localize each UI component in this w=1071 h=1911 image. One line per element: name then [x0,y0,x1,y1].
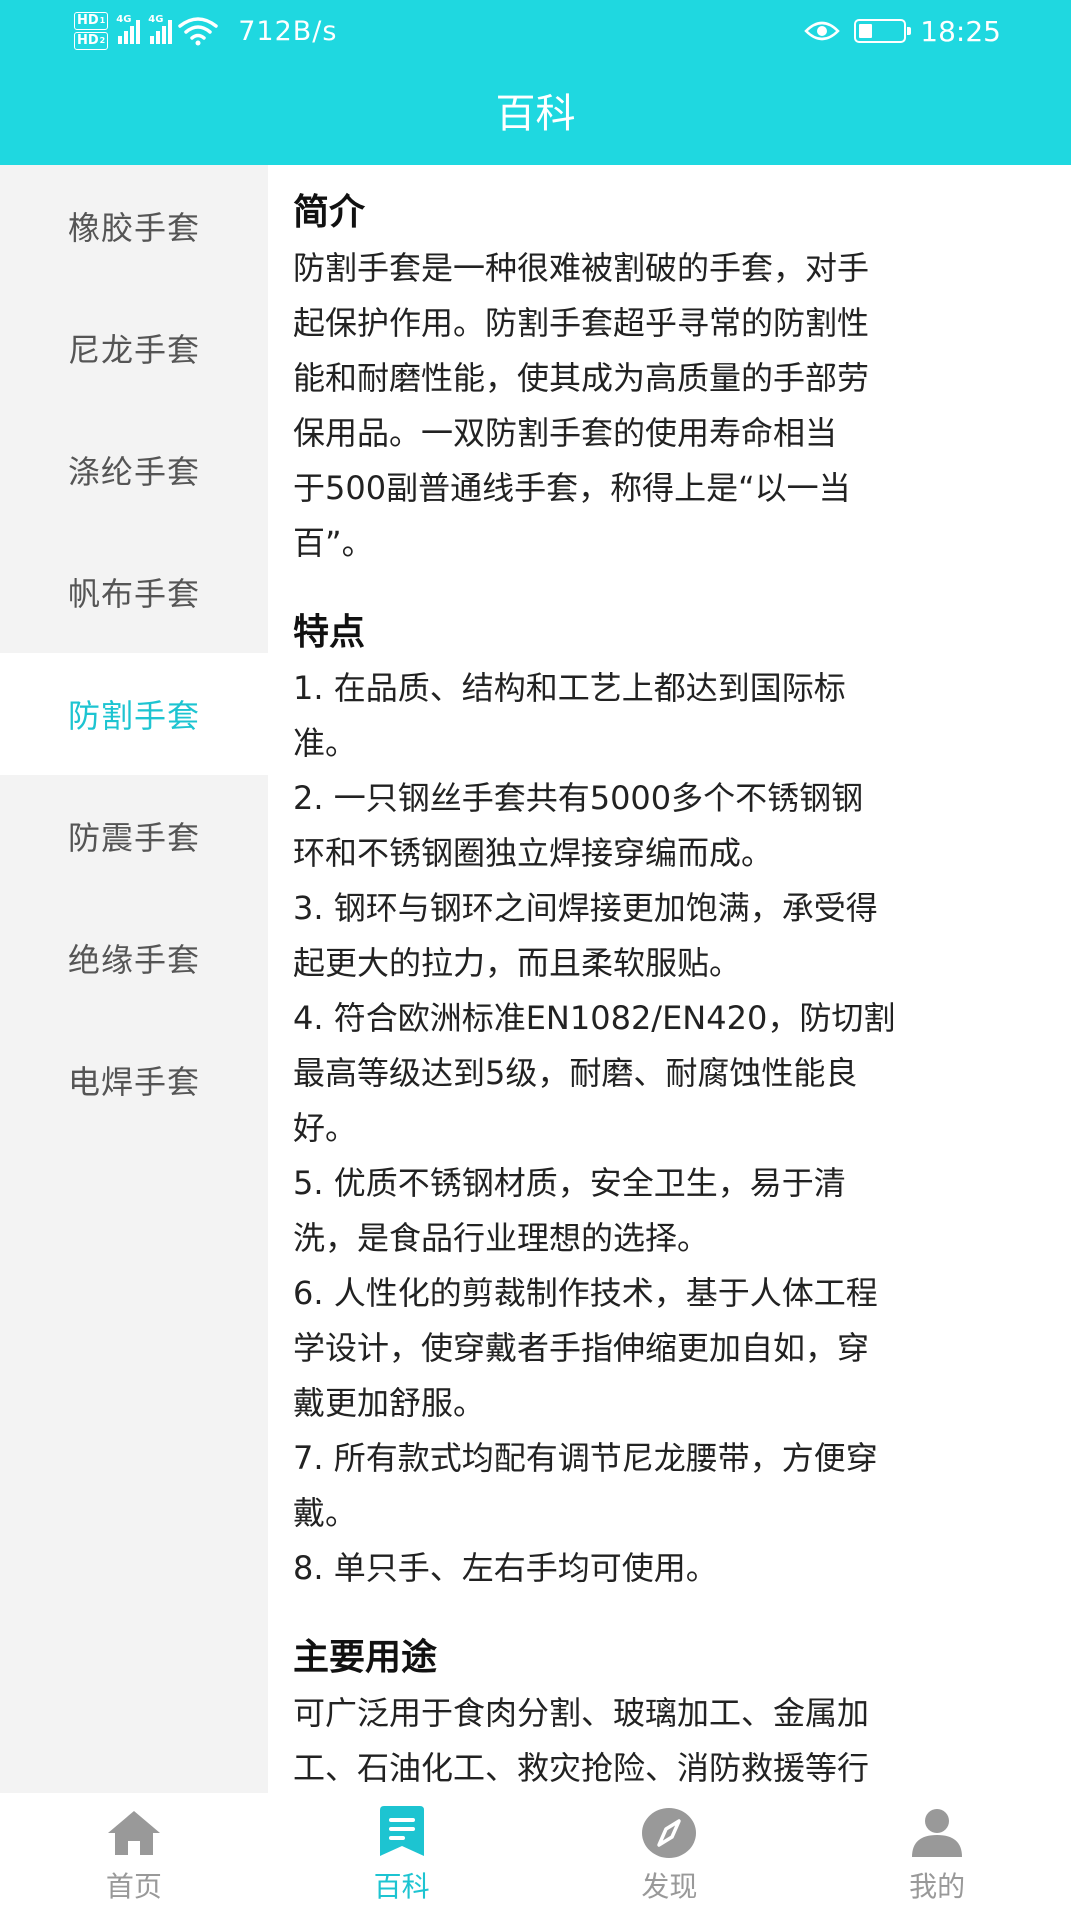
app-root: HD 1 HD 2 4G 4G 712B/s 18:25 百科 橡胶手套 尼龙手… [0,0,1071,1911]
intro-line: 防割手套是一种很难被割破的手套，对手 [293,249,870,287]
feature-line: 1. 在品质、结构和工艺上都达到国际标 [293,669,846,707]
section-title-features: 特点 [293,612,366,653]
feature-line: 2. 一只钢丝手套共有5000多个不锈钢钢 [293,779,864,817]
discover-icon [639,1805,699,1861]
nav-discover[interactable]: 发现 [536,1793,804,1911]
article-content[interactable]: 简介 防割手套是一种很难被割破的手套，对手 起保护作用。防割手套超乎寻常的防割性… [268,165,1071,1793]
header: HD 1 HD 2 4G 4G 712B/s 18:25 百科 [0,0,1071,165]
nav-profile[interactable]: 我的 [803,1793,1071,1911]
intro-line: 于500副普通线手套，称得上是“以一当 [293,469,851,507]
signal-icon-2: 4G [148,14,173,44]
status-left: HD 1 HD 2 4G 4G 712B/s [74,6,337,56]
feature-line: 学设计，使穿戴者手指伸缩更加自如，穿 [293,1329,870,1367]
hd-badge-2: HD 2 [74,32,109,50]
nav-home[interactable]: 首页 [0,1793,268,1911]
feature-line: 起更大的拉力，而且柔软服贴。 [293,944,742,982]
network-type-1: 4G [116,14,132,25]
battery-icon [854,19,912,43]
hd-badge-1: HD 1 [74,12,109,30]
sidebar-item-anti-vibration-gloves[interactable]: 防震手套 [0,775,268,897]
feature-line: 3. 钢环与钢环之间焊接更加饱满，承受得 [293,889,878,927]
eye-icon [804,21,841,41]
nav-encyclopedia[interactable]: 百科 [268,1793,536,1911]
feature-line: 环和不锈钢圈独立焊接穿编而成。 [293,834,774,872]
status-right: 18:25 [804,6,1001,56]
page-title: 百科 [495,91,576,137]
encyclopedia-icon [372,1805,432,1861]
network-type-2: 4G [148,14,164,25]
nav-label-home: 首页 [105,1870,162,1903]
usage-line: 可广泛用于食肉分割、玻璃加工、金属加 [293,1694,870,1732]
intro-line: 能和耐磨性能，使其成为高质量的手部劳 [293,359,870,397]
intro-paragraph: 防割手套是一种很难被割破的手套，对手 起保护作用。防割手套超乎寻常的防割性 能和… [293,241,1049,571]
sidebar-item-welding-gloves[interactable]: 电焊手套 [0,1019,268,1141]
sidebar-item-rubber-gloves[interactable]: 橡胶手套 [0,165,268,287]
sidebar-item-polyester-gloves[interactable]: 涤纶手套 [0,409,268,531]
feature-line: 5. 优质不锈钢材质，安全卫生，易于清 [293,1164,846,1202]
feature-line: 戴。 [293,1494,358,1532]
sidebar-item-nylon-gloves[interactable]: 尼龙手套 [0,287,268,409]
nav-label-discover: 发现 [641,1870,698,1903]
section-title-usage: 主要用途 [293,1637,438,1678]
feature-line: 8. 单只手、左右手均可使用。 [293,1549,718,1587]
feature-line: 洗，是食品行业理想的选择。 [293,1219,710,1257]
feature-line: 4. 符合欧洲标准EN1082/EN420，防切割 [293,999,896,1037]
sidebar-item-canvas-gloves[interactable]: 帆布手套 [0,531,268,653]
profile-icon [907,1805,967,1861]
feature-line: 7. 所有款式均配有调节尼龙腰带，方便穿 [293,1439,878,1477]
network-speed: 712B/s [238,15,338,47]
feature-line: 准。 [293,724,358,762]
usage-paragraph: 可广泛用于食肉分割、玻璃加工、金属加 工、石油化工、救灾抢险、消防救援等行 [293,1686,1049,1793]
intro-line: 百”。 [293,524,374,562]
nav-label-encyclopedia: 百科 [373,1870,430,1903]
category-sidebar: 橡胶手套 尼龙手套 涤纶手套 帆布手套 防割手套 防震手套 绝缘手套 电焊手套 [0,165,268,1793]
feature-line: 最高等级达到5级，耐磨、耐腐蚀性能良 [293,1054,858,1092]
sidebar-item-insulated-gloves[interactable]: 绝缘手套 [0,897,268,1019]
status-bar: HD 1 HD 2 4G 4G 712B/s 18:25 [0,0,1071,58]
intro-line: 起保护作用。防割手套超乎寻常的防割性 [293,304,870,342]
home-icon [104,1805,164,1861]
feature-line: 6. 人性化的剪裁制作技术，基于人体工程 [293,1274,878,1312]
nav-label-profile: 我的 [909,1870,966,1903]
usage-line: 工、石油化工、救灾抢险、消防救援等行 [293,1749,870,1787]
feature-line: 好。 [293,1109,358,1147]
bottom-navigation: 首页 百科 发现 我的 [0,1793,1071,1911]
section-title-intro: 简介 [293,192,366,233]
sidebar-item-cut-resistant-gloves[interactable]: 防割手套 [0,653,268,775]
signal-icon-1: 4G [116,14,141,44]
clock: 18:25 [920,14,1001,48]
hd-indicators: HD 1 HD 2 [74,12,109,50]
feature-line: 戴更加舒服。 [293,1384,486,1422]
wifi-icon [178,17,218,46]
intro-line: 保用品。一双防割手套的使用寿命相当 [293,414,838,452]
features-list: 1. 在品质、结构和工艺上都达到国际标 准。 2. 一只钢丝手套共有5000多个… [293,661,1049,1596]
